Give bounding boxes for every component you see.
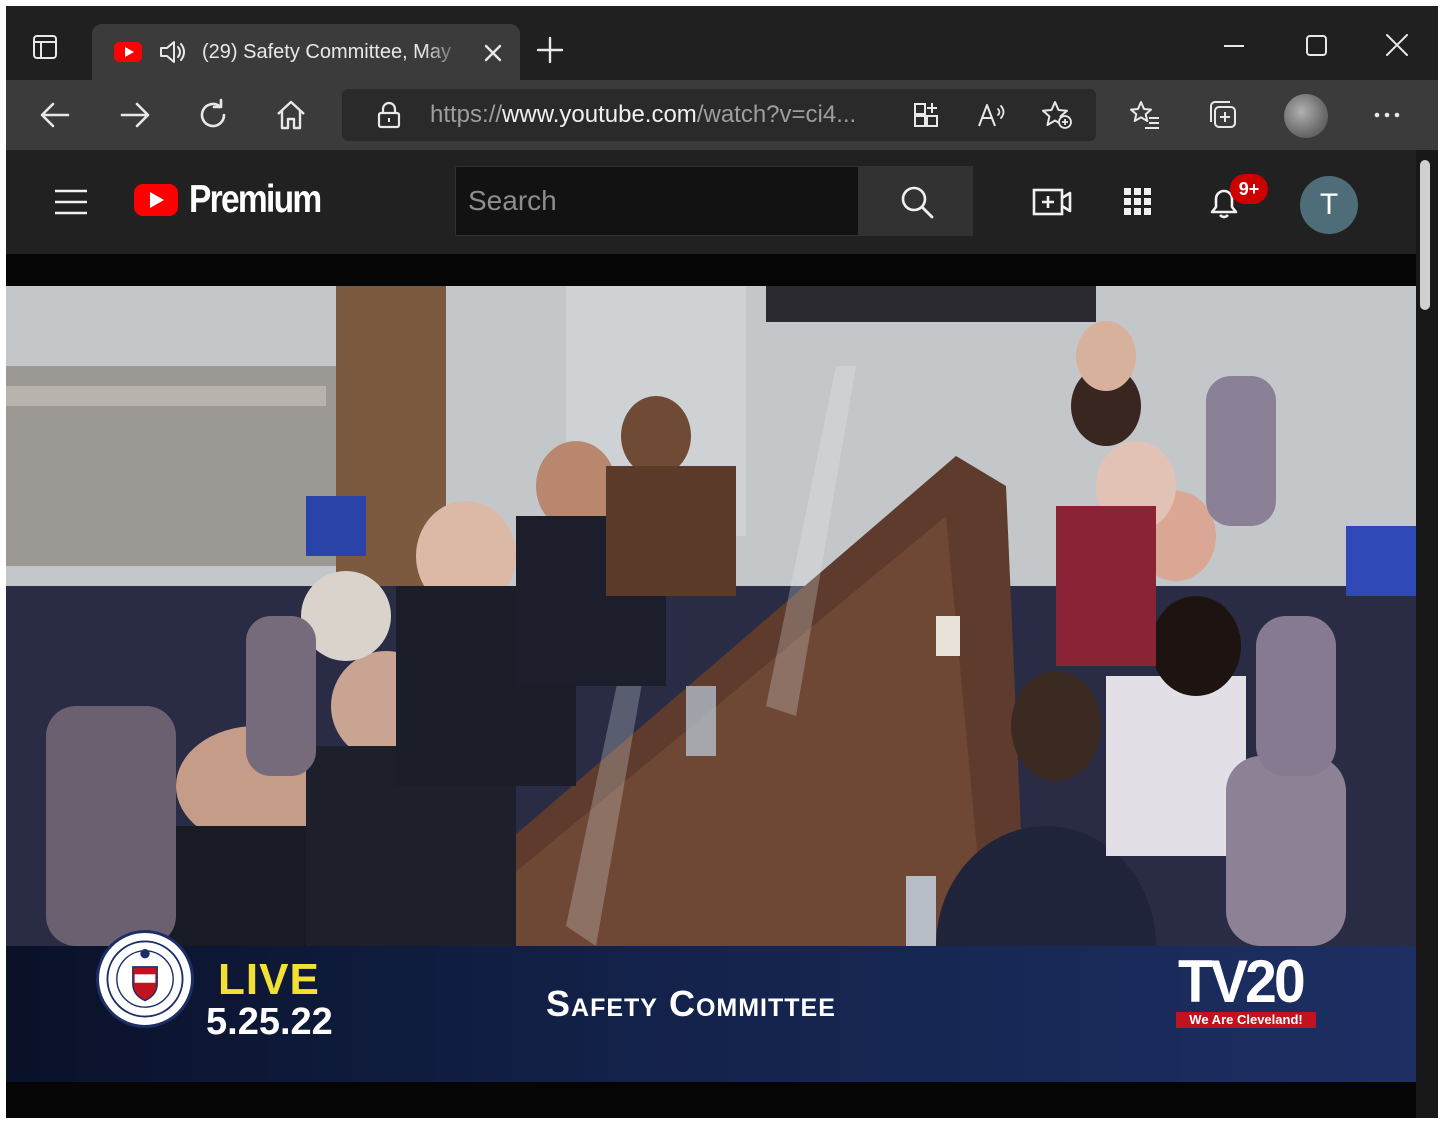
close-icon[interactable] — [482, 42, 504, 64]
premium-wordmark[interactable]: Premium — [189, 177, 322, 223]
browser-window: (29) Safety Committee, May https://www.y… — [6, 6, 1438, 1118]
url-host: www.youtube.com — [502, 101, 697, 128]
minimize-icon[interactable] — [1214, 28, 1254, 64]
tab-active[interactable]: (29) Safety Committee, May — [92, 24, 520, 80]
url-path: /watch?v=ci4... — [696, 101, 857, 128]
broadcast-lower-third: LIVE 5.25.22 Safety Committee TV20 We Ar… — [6, 930, 1416, 1082]
video-frame: LIVE 5.25.22 Safety Committee TV20 We Ar… — [6, 286, 1416, 1082]
account-avatar[interactable]: T — [1300, 176, 1358, 234]
broadcast-date: 5.25.22 — [206, 1001, 333, 1043]
workspaces-icon[interactable] — [32, 34, 58, 60]
scrollbar-thumb[interactable] — [1420, 160, 1430, 310]
youtube-logo-icon[interactable] — [134, 184, 178, 216]
create-video-icon[interactable] — [1032, 184, 1072, 220]
youtube-favicon-icon — [114, 42, 142, 62]
new-tab-icon[interactable] — [536, 36, 564, 64]
tab-title: (29) Safety Committee, May — [202, 39, 464, 65]
meeting-room-scene — [6, 286, 1416, 946]
city-council-seal-logo — [96, 930, 194, 1028]
menu-icon[interactable] — [54, 188, 88, 216]
notification-count-badge: 9+ — [1230, 174, 1268, 204]
maximize-icon[interactable] — [1296, 28, 1336, 64]
back-arrow-icon[interactable] — [38, 98, 72, 132]
search-button[interactable] — [859, 166, 973, 236]
lock-icon[interactable] — [376, 101, 402, 129]
browser-toolbar: https://www.youtube.com/watch?v=ci4... — [6, 80, 1438, 150]
app-available-icon[interactable] — [912, 101, 942, 129]
more-options-icon[interactable] — [1370, 98, 1404, 132]
profile-avatar[interactable] — [1284, 94, 1328, 138]
read-aloud-icon[interactable] — [976, 101, 1008, 129]
forward-arrow-icon[interactable] — [118, 98, 152, 132]
youtube-masthead: Premium 9+ T — [6, 150, 1416, 254]
url-scheme: https:// — [430, 101, 503, 128]
search-icon — [901, 186, 934, 219]
speaker-icon[interactable] — [158, 38, 188, 66]
search-box[interactable] — [455, 166, 859, 236]
tab-strip: (29) Safety Committee, May — [6, 6, 1438, 80]
collections-icon[interactable] — [1206, 98, 1240, 132]
refresh-icon[interactable] — [196, 98, 230, 132]
address-bar[interactable]: https://www.youtube.com/watch?v=ci4... — [342, 89, 1096, 141]
live-label: LIVE — [218, 955, 320, 1004]
video-player[interactable]: LIVE 5.25.22 Safety Committee TV20 We Ar… — [6, 254, 1416, 1118]
station-name: TV20 — [1178, 948, 1306, 1015]
station-tagline: We Are Cleveland! — [1176, 1012, 1316, 1028]
window-close-icon[interactable] — [1377, 28, 1417, 64]
url-text: https://www.youtube.com/watch?v=ci4... — [430, 101, 856, 129]
apps-grid-icon[interactable] — [1118, 184, 1158, 220]
broadcast-title: Safety Committee — [546, 983, 836, 1024]
home-icon[interactable] — [274, 98, 308, 132]
favorites-icon[interactable] — [1128, 98, 1162, 132]
add-favorite-icon[interactable] — [1040, 99, 1074, 131]
search-input[interactable] — [456, 167, 858, 235]
